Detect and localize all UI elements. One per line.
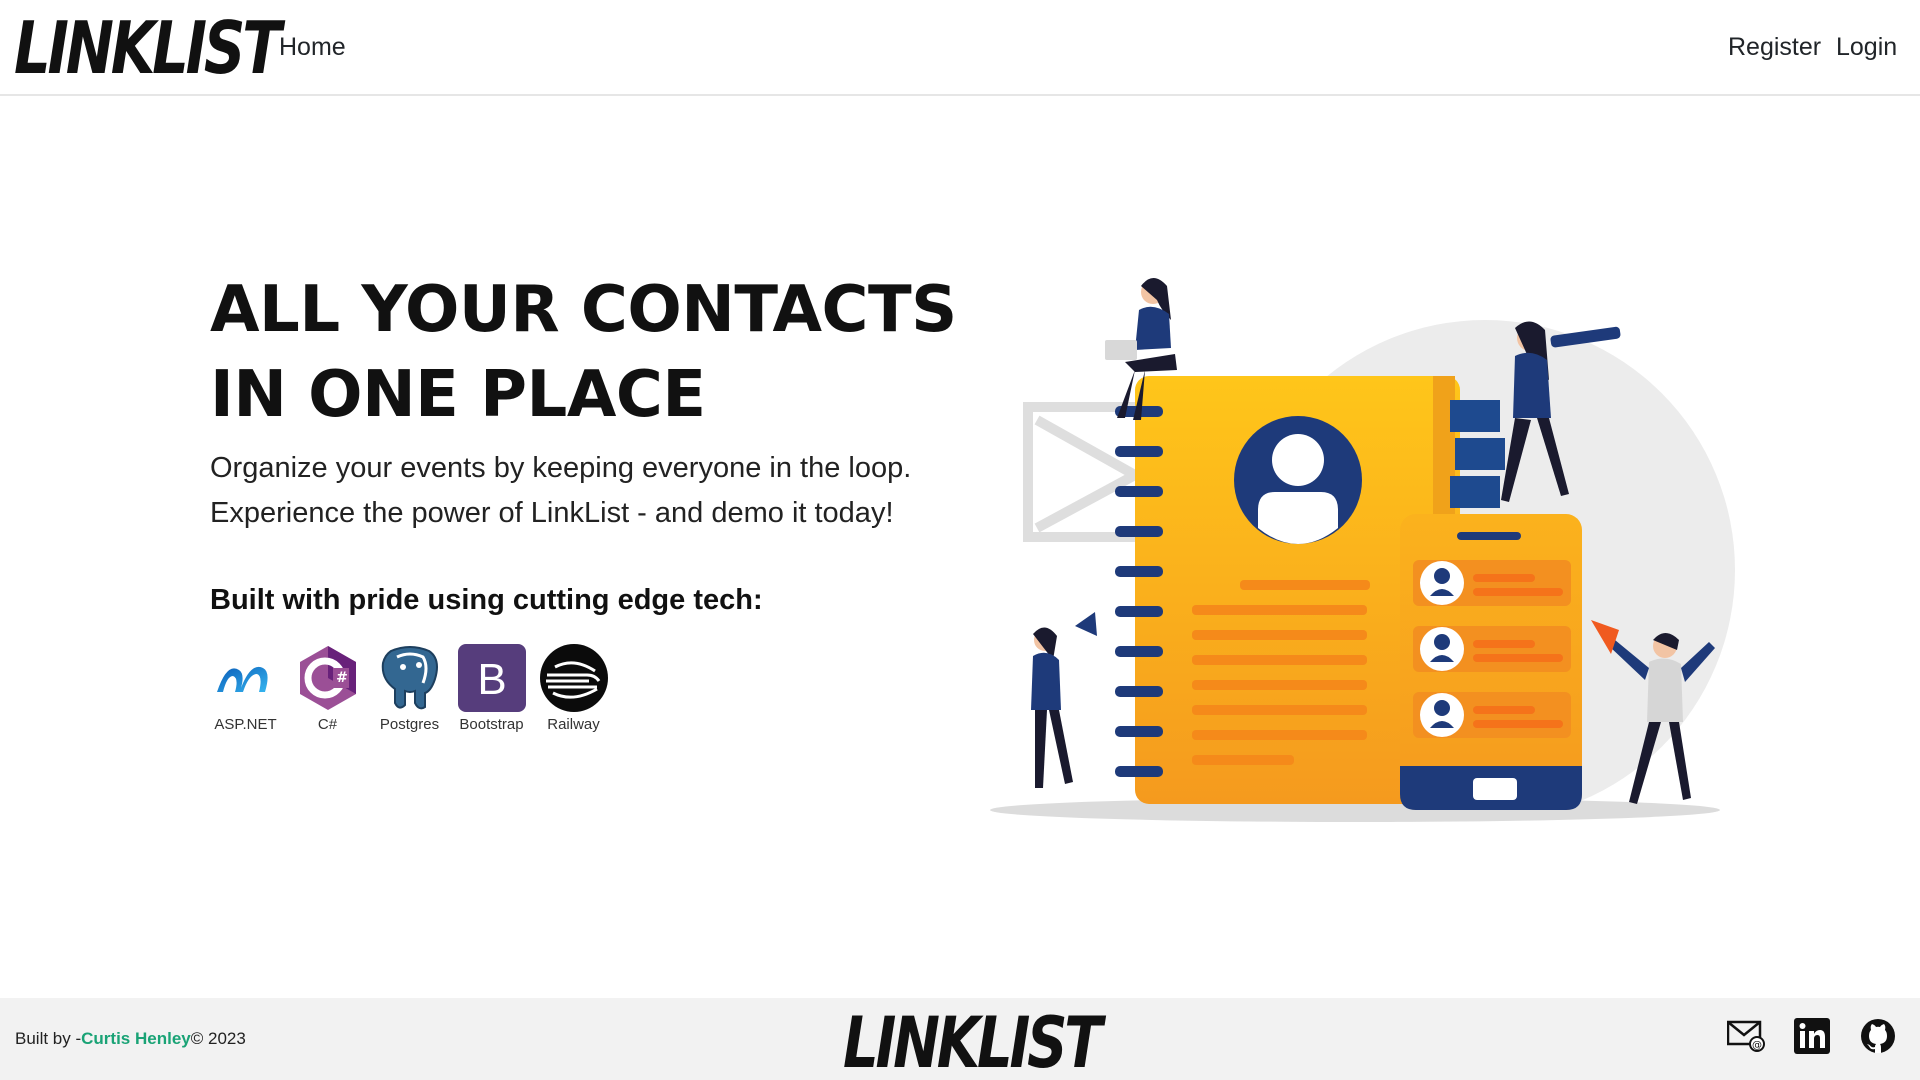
- svg-text:#: #: [336, 670, 348, 686]
- tech-item-csharp: # C#: [292, 642, 363, 734]
- svg-text:B: B: [477, 655, 506, 704]
- nav-home-link[interactable]: Home: [279, 32, 346, 62]
- tech-heading: Built with pride using cutting edge tech…: [210, 584, 763, 616]
- hero-subtitle: Organize your events by keeping everyone…: [210, 452, 912, 529]
- tech-item-railway: Railway: [538, 642, 609, 734]
- github-icon[interactable]: [1858, 1016, 1898, 1056]
- csharp-icon: #: [292, 642, 363, 714]
- nav-register-link[interactable]: Register: [1728, 32, 1821, 62]
- aspnet-icon: [210, 642, 281, 714]
- navbar: LINKLIST Home Register Login: [0, 0, 1920, 96]
- bootstrap-icon: B: [456, 642, 527, 714]
- copyright-text: © 2023: [190, 1029, 246, 1048]
- tech-label: Bootstrap: [459, 716, 524, 733]
- tech-item-postgres: Postgres: [374, 642, 445, 734]
- footer-brand-logo[interactable]: LINKLIST: [843, 1006, 1102, 1080]
- built-by-text: Built by -: [15, 1029, 82, 1048]
- tech-stack-list: ASP.NET # C# Postgres B Bootstrap Railwa…: [210, 642, 609, 734]
- postgres-icon: [374, 642, 445, 714]
- tech-label: Railway: [547, 716, 600, 733]
- svg-text:@: @: [1752, 1040, 1762, 1051]
- tech-item-bootstrap: B Bootstrap: [456, 642, 527, 734]
- hero-title: ALL YOUR CONTACTS IN ONE PLACE: [210, 273, 957, 432]
- contacts-illustration: [985, 270, 1745, 830]
- linkedin-icon[interactable]: [1792, 1016, 1832, 1056]
- footer-social-links: @: [1726, 1016, 1898, 1056]
- author-link[interactable]: Curtis Henley: [81, 1029, 191, 1048]
- brand-logo[interactable]: LINKLIST: [14, 10, 281, 86]
- tech-label: C#: [317, 716, 338, 733]
- nav-login-link[interactable]: Login: [1836, 32, 1897, 62]
- tech-label: Postgres: [379, 716, 440, 733]
- footer: Built by -Curtis Henley© 2023 LINKLIST @: [0, 998, 1920, 1080]
- tech-item-aspnet: ASP.NET: [210, 642, 281, 734]
- footer-credit: Built by -Curtis Henley© 2023: [15, 1028, 246, 1050]
- tech-label: ASP.NET: [214, 716, 277, 733]
- railway-icon: [538, 642, 609, 714]
- email-icon[interactable]: @: [1726, 1016, 1766, 1056]
